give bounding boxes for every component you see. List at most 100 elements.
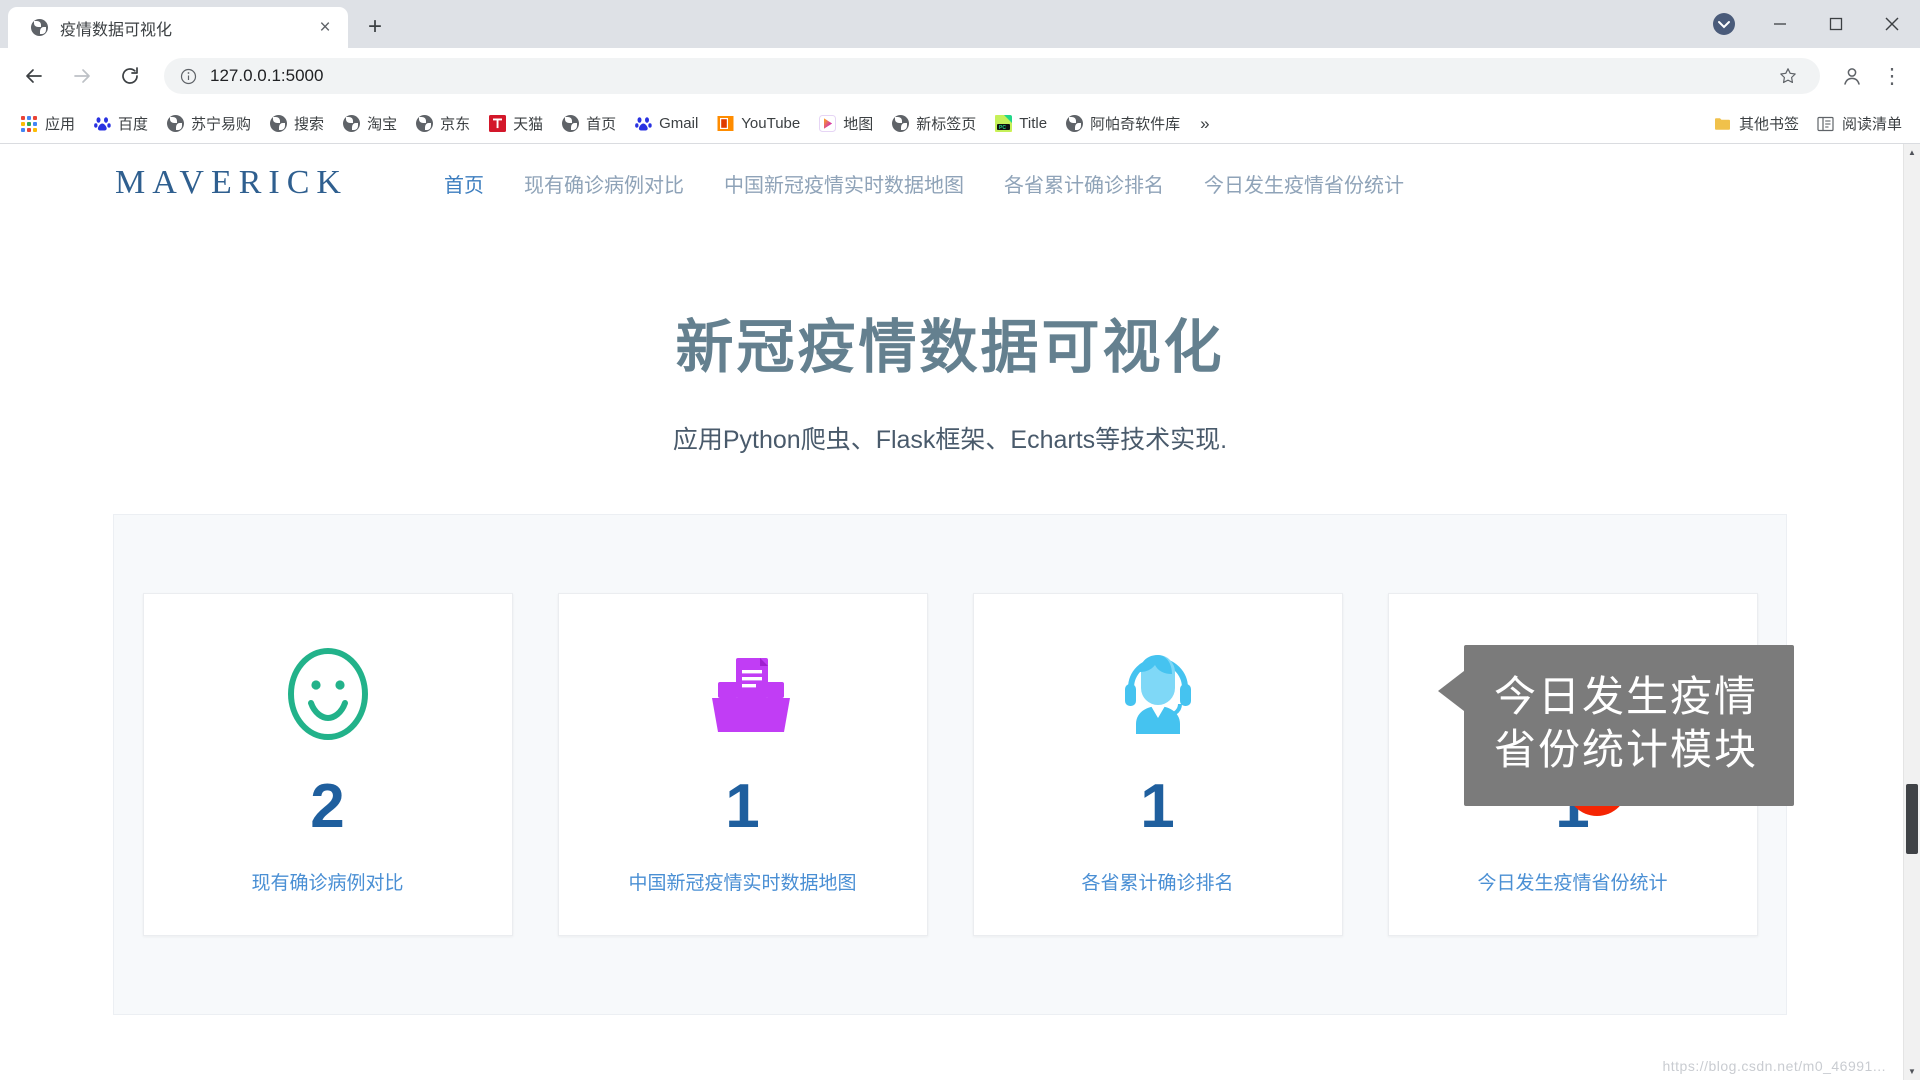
reading-list-icon	[1817, 115, 1835, 133]
window-controls	[1704, 0, 1920, 48]
globe-icon	[269, 115, 287, 133]
card-label[interactable]: 今日发生疫情省份统计	[1477, 868, 1667, 895]
bookmark-title[interactable]: PC Title	[986, 111, 1055, 137]
nav-item-province-ranking[interactable]: 各省累计确诊排名	[1004, 169, 1164, 198]
site-header: MAVERICK 首页 现有确诊病例对比 中国新冠疫情实时数据地图 各省累计确诊…	[0, 144, 1900, 222]
back-icon[interactable]	[14, 56, 54, 96]
reading-list-label: 阅读清单	[1841, 116, 1902, 133]
site-logo[interactable]: MAVERICK	[115, 164, 348, 202]
page-scrollbar[interactable]: ▲ ▼	[1903, 144, 1920, 1080]
bookmark-star-icon[interactable]	[1770, 58, 1806, 94]
bookmarks-bar: 应用 百度 苏宁易购 搜索 淘宝 京东 天猫 首页 Gmail YouTube …	[0, 104, 1920, 144]
avatar-icon[interactable]	[1704, 4, 1744, 44]
scrollbar-thumb[interactable]	[1906, 784, 1918, 854]
url-text: 127.0.0.1:5000	[210, 66, 324, 85]
baidu-icon	[93, 115, 111, 133]
bookmark-tmall[interactable]: 天猫	[480, 109, 551, 138]
tmall-icon	[488, 115, 506, 133]
nav-item-china-map[interactable]: 中国新冠疫情实时数据地图	[724, 169, 964, 198]
bookmark-jd[interactable]: 京东	[407, 109, 478, 138]
maximize-button[interactable]	[1808, 0, 1864, 48]
other-bookmarks-button[interactable]: 其他书签	[1706, 109, 1807, 138]
bookmark-baidu[interactable]: 百度	[85, 109, 156, 138]
address-bar[interactable]: 127.0.0.1:5000	[164, 58, 1820, 94]
card-label[interactable]: 中国新冠疫情实时数据地图	[628, 868, 856, 895]
pycharm-icon: PC	[994, 115, 1012, 133]
globe-icon	[342, 115, 360, 133]
forward-icon[interactable]	[62, 56, 102, 96]
close-window-button[interactable]	[1864, 0, 1920, 48]
watermark-text: https://blog.csdn.net/m0_46991...	[1662, 1058, 1886, 1074]
close-icon[interactable]: ×	[314, 17, 336, 39]
reading-list-button[interactable]: 阅读清单	[1809, 109, 1910, 138]
card-china-map[interactable]: 1 中国新冠疫情实时数据地图	[557, 593, 928, 936]
main-navigation: 首页 现有确诊病例对比 中国新冠疫情实时数据地图 各省累计确诊排名 今日发生疫情…	[444, 169, 1404, 198]
svg-text:PC: PC	[999, 125, 1006, 131]
tab-strip: 疫情数据可视化 × +	[0, 0, 1920, 48]
bookmark-label: 百度	[118, 116, 149, 133]
globe-icon	[30, 19, 48, 37]
bookmark-label: 新标签页	[916, 116, 977, 133]
bookmark-apache[interactable]: 阿帕奇软件库	[1057, 109, 1188, 138]
globe-icon	[891, 115, 909, 133]
nav-item-confirmed-comparison[interactable]: 现有确诊病例对比	[524, 169, 684, 198]
bookmark-label: 应用	[45, 116, 76, 133]
minimize-button[interactable]	[1752, 0, 1808, 48]
bookmark-search[interactable]: 搜索	[261, 109, 332, 138]
web-page: MAVERICK 首页 现有确诊病例对比 中国新冠疫情实时数据地图 各省累计确诊…	[0, 144, 1900, 1074]
bookmark-label: 天猫	[513, 116, 544, 133]
scroll-down-icon[interactable]: ▼	[1904, 1063, 1920, 1080]
browser-toolbar: 127.0.0.1:5000 ⋮	[0, 48, 1920, 104]
bookmark-taobao[interactable]: 淘宝	[334, 109, 405, 138]
card-label[interactable]: 各省累计确诊排名	[1081, 868, 1233, 895]
bookmark-label: YouTube	[741, 115, 801, 132]
hero-section: 新冠疫情数据可视化 应用Python爬虫、Flask框架、Echarts等技术实…	[0, 222, 1900, 456]
new-tab-button[interactable]: +	[358, 10, 392, 44]
bookmarks-overflow-button[interactable]: »	[1190, 110, 1219, 138]
document-tray-icon	[696, 646, 790, 742]
bookmark-label: 苏宁易购	[191, 116, 252, 133]
card-number: 2	[310, 772, 345, 841]
bookmark-youtube[interactable]: YouTube	[708, 111, 808, 137]
bookmark-label: Gmail	[659, 115, 699, 132]
profile-avatar-icon[interactable]	[1834, 58, 1870, 94]
folder-icon	[1714, 115, 1732, 133]
page-subtitle: 应用Python爬虫、Flask框架、Echarts等技术实现.	[672, 426, 1228, 454]
card-province-ranking[interactable]: 1 各省累计确诊排名	[972, 593, 1343, 936]
reload-icon[interactable]	[110, 56, 150, 96]
nav-item-home[interactable]: 首页	[444, 169, 484, 198]
browser-window: 疫情数据可视化 × + 127.0.0.1:5000 ⋮ 应用 百度 苏宁易购 …	[0, 0, 1920, 1080]
bookmark-newtab[interactable]: 新标签页	[883, 109, 984, 138]
maps-icon	[818, 115, 836, 133]
browser-menu-icon[interactable]: ⋮	[1874, 58, 1910, 94]
youtube-icon	[716, 115, 734, 133]
bookmark-label: Title	[1019, 115, 1048, 132]
page-title: 新冠疫情数据可视化	[675, 315, 1225, 380]
bookmark-label: 搜索	[294, 116, 325, 133]
bookmark-label: 地图	[843, 116, 874, 133]
bookmark-homepage[interactable]: 首页	[553, 109, 624, 138]
baidu-icon	[634, 115, 652, 133]
globe-icon	[1065, 115, 1083, 133]
smiley-face-icon	[285, 646, 371, 742]
headset-support-icon	[1113, 646, 1203, 742]
bookmark-label: 阿帕奇软件库	[1090, 116, 1181, 133]
card-label[interactable]: 现有确诊病例对比	[251, 868, 403, 895]
bookmark-suning[interactable]: 苏宁易购	[158, 109, 259, 138]
bookmark-apps[interactable]: 应用	[12, 109, 83, 138]
info-circle-icon[interactable]	[178, 66, 198, 86]
scroll-up-icon[interactable]: ▲	[1904, 144, 1920, 161]
nav-item-today-province-stats[interactable]: 今日发生疫情省份统计	[1204, 169, 1404, 198]
card-confirmed-comparison[interactable]: 2 现有确诊病例对比	[142, 593, 513, 936]
browser-tab[interactable]: 疫情数据可视化 ×	[8, 7, 348, 48]
bookmark-label: 京东	[440, 116, 471, 133]
card-number: 1	[1140, 772, 1175, 841]
bookmark-label: 首页	[586, 116, 617, 133]
other-bookmarks-label: 其他书签	[1738, 116, 1799, 133]
globe-icon	[561, 115, 579, 133]
card-number: 1	[725, 772, 760, 841]
bookmark-maps[interactable]: 地图	[810, 109, 881, 138]
bookmark-gmail[interactable]: Gmail	[626, 111, 706, 137]
apps-grid-icon	[20, 115, 38, 133]
cards-panel: 2 现有确诊病例对比 1 中国新冠疫情实时数据地图 1 各省累计确诊排名 1 今…	[113, 514, 1794, 1015]
